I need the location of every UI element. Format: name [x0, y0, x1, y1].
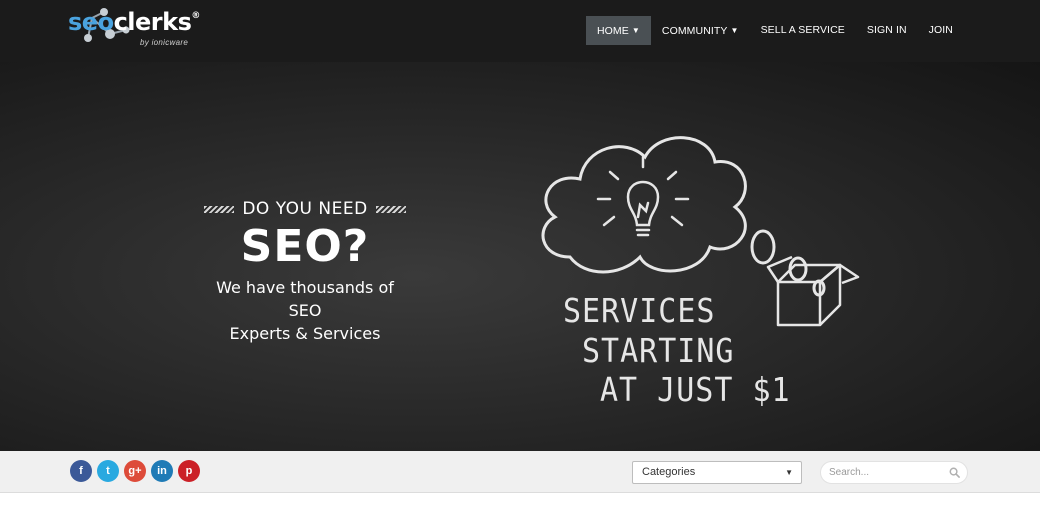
nav-community[interactable]: COMMUNITY ▼	[651, 16, 750, 45]
nav-sign-in[interactable]: SIGN IN	[856, 16, 918, 45]
hero-tagline-1: We have thousands of SEO	[216, 278, 394, 320]
hero-need-row: DO YOU NEED	[200, 199, 410, 219]
nav-home-label: HOME	[596, 25, 629, 37]
categories-select[interactable]: Categories ▼	[632, 461, 802, 484]
twitter-icon[interactable]: t	[97, 460, 119, 482]
thought-bubbles-icon	[750, 229, 826, 297]
hero-need-text: DO YOU NEED	[242, 199, 368, 219]
stripe-decoration	[375, 205, 406, 213]
main-nav: HOME ▼ COMMUNITY ▼ SELL A SERVICE SIGN IN …	[585, 16, 964, 45]
chalk-text-services: SERVICES	[563, 292, 716, 331]
search-input[interactable]	[821, 462, 941, 483]
nav-community-label: COMMUNITY	[661, 25, 728, 37]
categories-selected-value: Categories	[642, 466, 696, 478]
nav-sell-a-service[interactable]: SELL A SERVICE	[750, 16, 856, 45]
chevron-down-icon: ▼	[785, 468, 793, 477]
logo-registered: ®	[191, 11, 200, 21]
hero-seo-text: SEO?	[240, 221, 370, 272]
chalk-text-price: AT JUST $1	[600, 371, 791, 410]
page-content-area	[0, 494, 1040, 520]
logo-clerks: clerks	[113, 8, 192, 36]
google-plus-icon[interactable]: g+	[124, 460, 146, 482]
search-box	[820, 461, 968, 484]
hero-headline: DO YOU NEED SEO? We have thousands of SE…	[200, 199, 410, 345]
nav-home[interactable]: HOME ▼	[585, 16, 651, 45]
nav-join[interactable]: JOIN	[918, 16, 964, 45]
logo-seo: seo	[68, 8, 114, 36]
hero-banner: DO YOU NEED SEO? We have thousands of SE…	[0, 62, 1040, 451]
site-logo[interactable]: seoclerks® by ionicware	[68, 4, 218, 50]
chevron-down-icon: ▼	[730, 26, 739, 35]
search-icon[interactable]	[949, 467, 960, 478]
linkedin-icon[interactable]: in	[151, 460, 173, 482]
facebook-icon[interactable]: f	[70, 460, 92, 482]
chevron-down-icon: ▼	[631, 26, 640, 35]
stripe-decoration	[204, 205, 235, 213]
lightbulb-icon	[596, 155, 690, 237]
site-header: seoclerks® by ionicware HOME ▼ COMMUNITY ▼…	[0, 0, 1040, 62]
filter-bar: f t g+ in p Categories ▼	[0, 451, 1040, 493]
pinterest-icon[interactable]: p	[178, 460, 200, 482]
social-links: f t g+ in p	[70, 460, 200, 482]
hero-tagline-2: Experts & Services	[229, 324, 381, 343]
logo-tagline: by ionicware	[140, 38, 189, 47]
logo-wordmark: seoclerks®	[68, 8, 200, 36]
chalk-text-starting: STARTING	[582, 332, 735, 371]
